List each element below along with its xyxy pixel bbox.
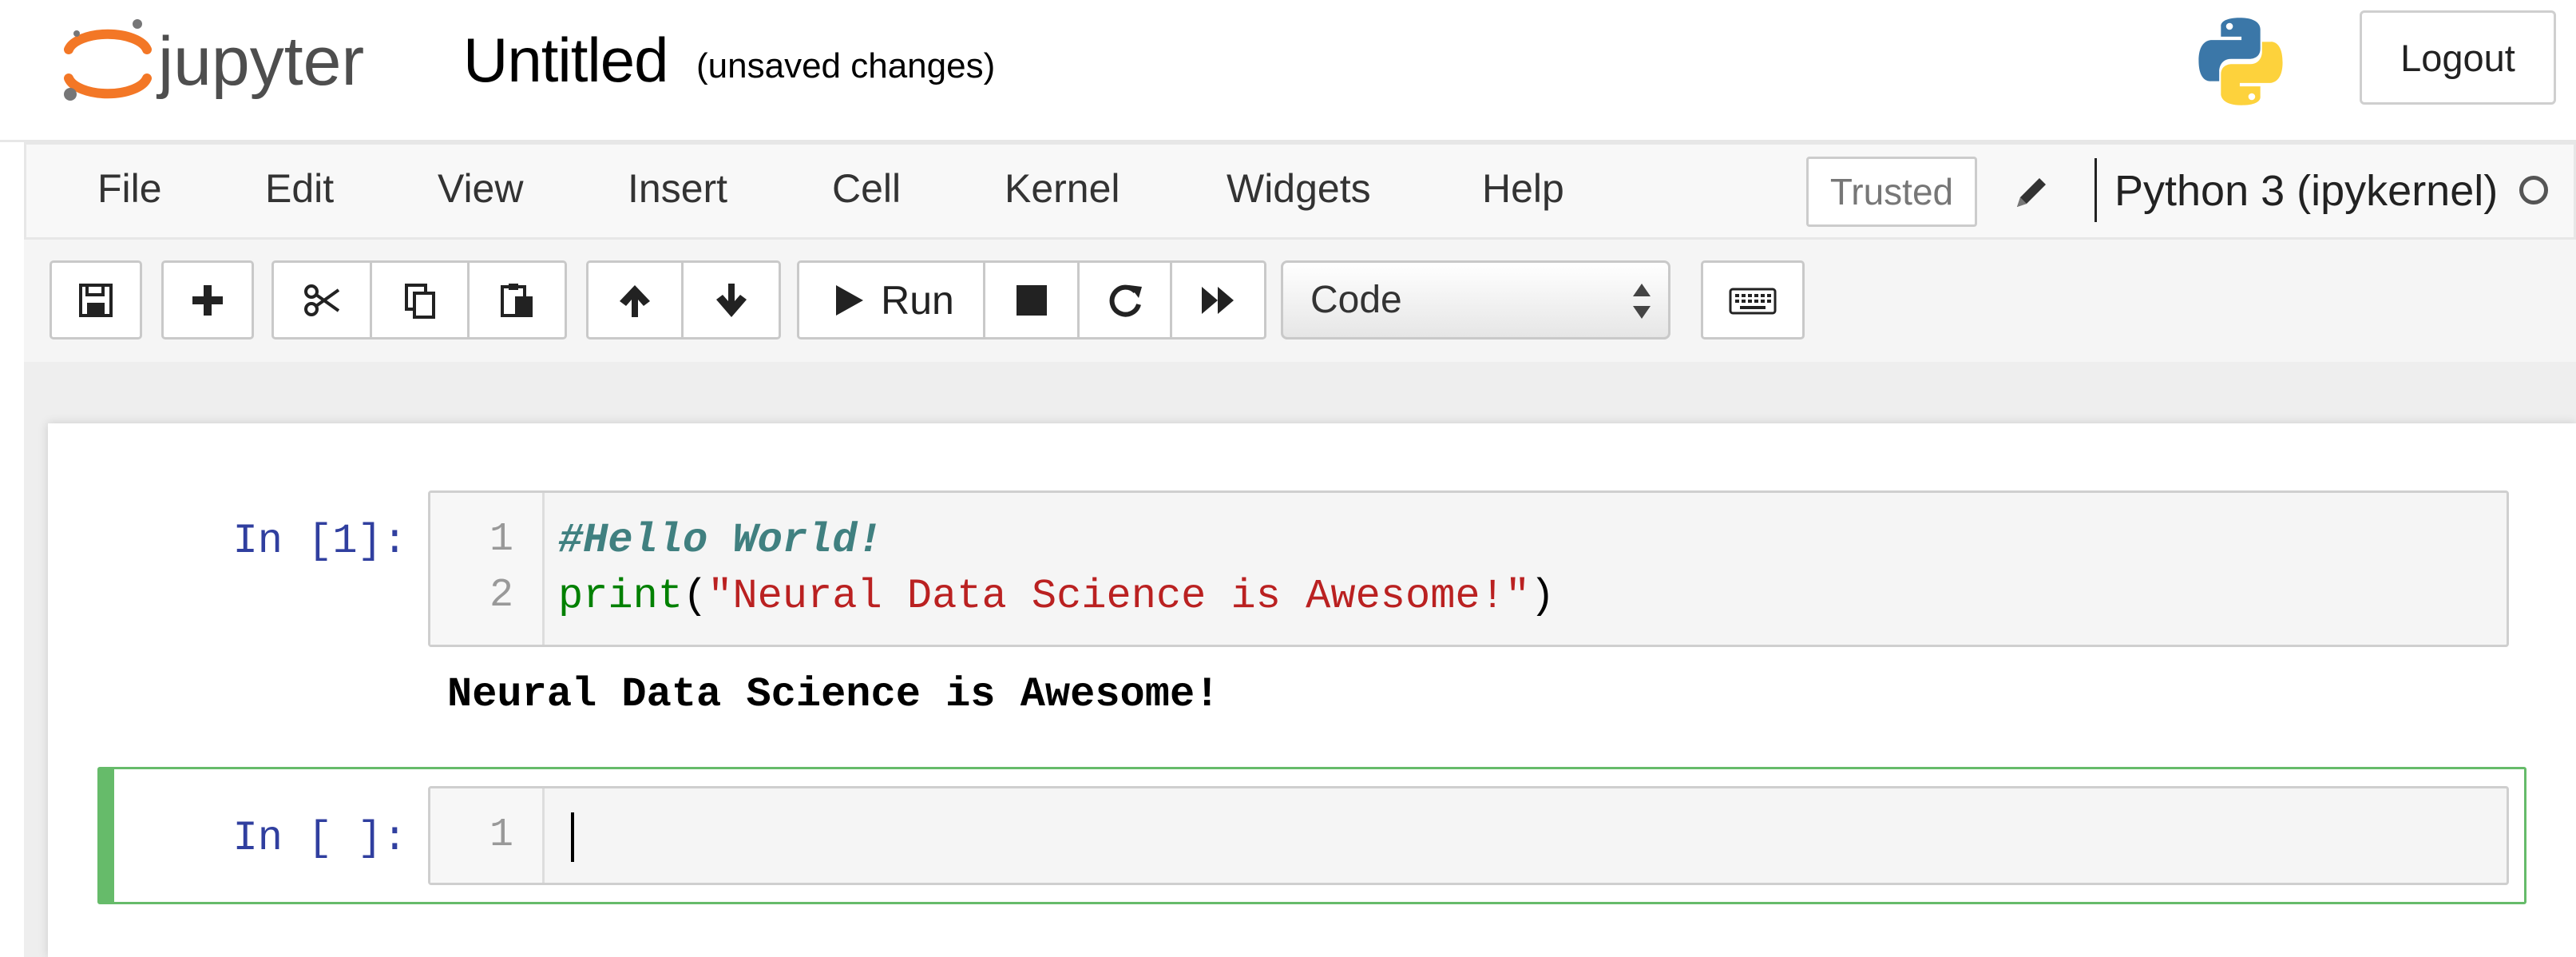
jupyter-wordmark: jupyter: [156, 23, 364, 100]
line-number: 1: [489, 812, 513, 858]
keyboard-icon: [1729, 288, 1777, 314]
move-down-button[interactable]: [684, 260, 781, 340]
kernel-separator: [2094, 158, 2097, 222]
cell-type-value: Code: [1310, 279, 1402, 321]
python-logo-icon: [2192, 14, 2289, 109]
arrow-down-icon: [715, 283, 747, 317]
menu-widgets[interactable]: Widgets: [1227, 165, 1371, 212]
run-button[interactable]: Run: [797, 260, 985, 340]
code-builtin: print: [558, 573, 684, 620]
cell-1-editor[interactable]: 1 2 #Hello World! print("Neural Data Sci…: [428, 490, 2509, 647]
interrupt-kernel-button[interactable]: [985, 260, 1080, 340]
plus-icon: [192, 284, 223, 316]
restart-kernel-button[interactable]: [1080, 260, 1172, 340]
play-icon: [836, 284, 864, 316]
code-line-2: print("Neural Data Science is Awesome!"): [558, 573, 1555, 620]
menu-edit[interactable]: Edit: [265, 165, 334, 212]
stop-icon: [1016, 284, 1047, 316]
code-comment: #Hello World!: [558, 517, 882, 564]
scissors-icon: [304, 284, 340, 316]
cut-button[interactable]: [271, 260, 372, 340]
kernel-name[interactable]: Python 3 (ipykernel): [2114, 163, 2498, 219]
paste-button[interactable]: [470, 260, 567, 340]
menu-file[interactable]: File: [97, 165, 162, 212]
paste-icon: [500, 283, 533, 317]
jupyter-logo[interactable]: jupyter: [62, 16, 462, 112]
menu-kernel[interactable]: Kernel: [1005, 165, 1120, 212]
menu-help[interactable]: Help: [1482, 165, 1564, 212]
line-number-gutter: 1 2: [430, 493, 545, 645]
line-number-gutter: 1: [430, 788, 545, 883]
copy-icon: [404, 283, 435, 319]
move-up-button[interactable]: [586, 260, 684, 340]
notebook-title[interactable]: Untitled: [463, 24, 668, 97]
menu-insert[interactable]: Insert: [628, 165, 727, 212]
cell-1-prompt: In [1]:: [232, 518, 407, 565]
fast-forward-icon: [1201, 286, 1234, 314]
code-paren-open: (: [683, 573, 708, 620]
insert-cell-button[interactable]: [161, 260, 254, 340]
text-cursor: [571, 812, 574, 862]
cell-1-output: Neural Data Science is Awesome!: [447, 671, 1220, 718]
code-string: "Neural Data Science is Awesome!": [707, 573, 1531, 620]
code-line-1: #Hello World!: [558, 517, 882, 564]
menu-cell[interactable]: Cell: [832, 165, 901, 212]
run-label: Run: [881, 277, 954, 323]
menu-view[interactable]: View: [438, 165, 523, 212]
logout-button[interactable]: Logout: [2360, 10, 2556, 105]
line-number: 1: [489, 517, 513, 562]
copy-button[interactable]: [372, 260, 470, 340]
kernel-idle-indicator-icon: [2519, 176, 2548, 205]
line-number: 2: [489, 573, 513, 618]
header: jupyter Untitled (unsaved changes) Logou…: [0, 0, 2576, 142]
restart-run-all-button[interactable]: [1172, 260, 1266, 340]
command-palette-button[interactable]: [1701, 260, 1805, 340]
arrow-up-icon: [620, 284, 650, 317]
trusted-indicator[interactable]: Trusted: [1806, 157, 1977, 227]
save-icon: [79, 283, 113, 317]
restart-icon: [1109, 284, 1142, 317]
cell-2-editor[interactable]: 1: [428, 786, 2509, 885]
save-button[interactable]: [50, 260, 142, 340]
pencil-icon[interactable]: [2011, 172, 2052, 213]
code-paren-close: ): [1530, 573, 1556, 620]
select-arrows-icon: [1633, 284, 1651, 319]
cell-type-select[interactable]: Code: [1281, 260, 1670, 340]
cell-2-prompt: In [ ]:: [232, 815, 407, 862]
save-status: (unsaved changes): [696, 46, 996, 85]
